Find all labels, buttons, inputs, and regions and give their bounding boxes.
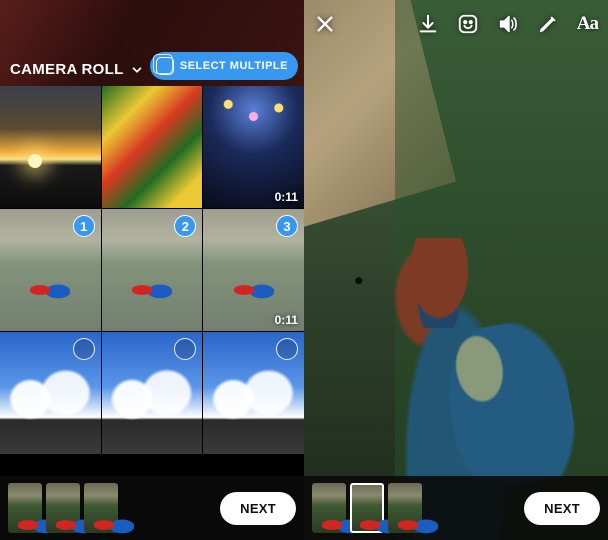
tray-thumbnail[interactable]	[46, 483, 80, 533]
selection-empty-circle	[276, 338, 298, 360]
next-button[interactable]: NEXT	[220, 492, 296, 525]
story-preview-image	[437, 315, 583, 493]
media-grid: 0:11 1 2 3 0:11	[0, 86, 304, 454]
media-thumbnail[interactable]: 0:11	[203, 86, 304, 208]
story-editor-panel: Aa NEXT	[304, 0, 608, 540]
chevron-down-icon	[130, 63, 144, 77]
media-thumbnail[interactable]: 2	[102, 209, 203, 331]
tray-thumbnail[interactable]	[312, 483, 346, 533]
editor-toolbar: Aa	[304, 6, 608, 42]
selection-empty-circle	[174, 338, 196, 360]
media-thumbnail[interactable]	[102, 332, 203, 454]
album-title: CAMERA ROLL	[10, 61, 124, 78]
selection-order-badge: 1	[73, 215, 95, 237]
video-duration: 0:11	[275, 190, 298, 204]
tray-thumbnail[interactable]	[350, 483, 384, 533]
media-thumbnail[interactable]	[0, 332, 101, 454]
media-thumbnail[interactable]: 3 0:11	[203, 209, 304, 331]
media-thumbnail[interactable]	[102, 86, 203, 208]
media-thumbnail[interactable]: 1	[0, 209, 101, 331]
editor-tray: NEXT	[304, 476, 608, 540]
tray-thumbnail[interactable]	[8, 483, 42, 533]
download-icon[interactable]	[417, 13, 439, 35]
media-thumbnail[interactable]	[0, 86, 101, 208]
selection-empty-circle	[73, 338, 95, 360]
sound-icon[interactable]	[497, 13, 519, 35]
tray-thumbnail[interactable]	[84, 483, 118, 533]
video-duration: 0:11	[275, 313, 298, 327]
media-picker-panel: CAMERA ROLL SELECT MULTIPLE 0:11 1	[0, 0, 304, 540]
sticker-icon[interactable]	[457, 13, 479, 35]
album-selector[interactable]: CAMERA ROLL	[10, 61, 144, 78]
editor-tools: Aa	[417, 13, 598, 35]
draw-icon[interactable]	[537, 13, 559, 35]
story-preview-image[interactable]	[304, 0, 608, 540]
picker-header: CAMERA ROLL SELECT MULTIPLE	[0, 0, 304, 86]
media-thumbnail[interactable]	[203, 332, 304, 454]
story-preview-image	[404, 238, 474, 328]
select-multiple-button[interactable]: SELECT MULTIPLE	[150, 52, 298, 80]
selection-tray: NEXT	[0, 476, 304, 540]
tray-thumbnail[interactable]	[388, 483, 422, 533]
close-icon[interactable]	[314, 13, 336, 35]
tray-thumbnails	[8, 483, 118, 533]
select-multiple-label: SELECT MULTIPLE	[180, 60, 288, 72]
tray-thumbnails	[312, 483, 422, 533]
stack-icon	[156, 57, 174, 75]
next-button[interactable]: NEXT	[524, 492, 600, 525]
selection-order-badge: 3	[276, 215, 298, 237]
text-tool[interactable]: Aa	[577, 13, 598, 35]
